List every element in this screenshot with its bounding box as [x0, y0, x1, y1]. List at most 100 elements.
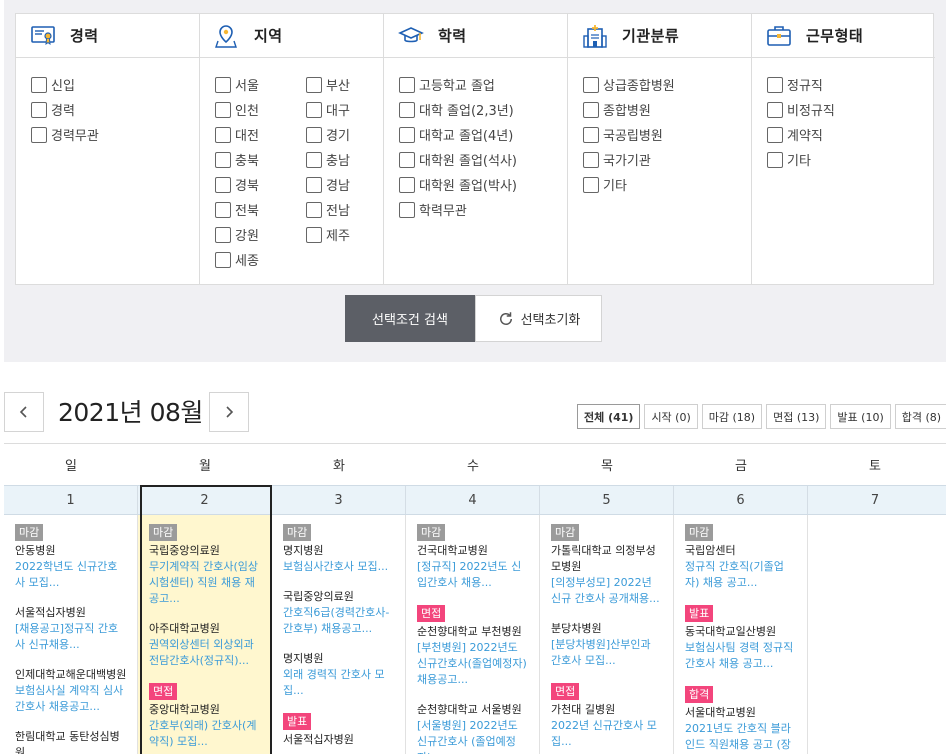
checkbox-icon[interactable]	[306, 201, 322, 218]
checkbox-icon[interactable]	[215, 201, 231, 218]
job-post-link[interactable]: [의정부성모] 2022년 신규 간호사 공개채용...	[551, 575, 663, 607]
checkbox-icon[interactable]	[767, 76, 783, 93]
checkbox-icon[interactable]	[215, 176, 231, 193]
filter-checkbox[interactable]: 기타	[767, 147, 935, 172]
job-entry[interactable]: 국립중앙의료원 간호직6급(경력간호사-간호부) 채용공고...	[283, 589, 395, 637]
filter-checkbox[interactable]: 서울	[215, 72, 306, 97]
job-entry[interactable]: 마감 건국대학교병원 [정규직] 2022년도 신입간호사 채용...	[417, 524, 529, 591]
checkbox-icon[interactable]	[31, 76, 47, 93]
checkbox-icon[interactable]	[215, 251, 231, 268]
job-post-link[interactable]: [정규직] 2022년도 신입간호사 채용...	[417, 559, 529, 591]
checkbox-icon[interactable]	[306, 76, 322, 93]
checkbox-icon[interactable]	[399, 201, 415, 218]
checkbox-icon[interactable]	[306, 151, 322, 168]
job-post-link[interactable]: [분당차병원]산부인과 간호사 모집...	[551, 637, 663, 669]
filter-checkbox[interactable]: 세종	[215, 247, 306, 272]
date-number[interactable]: 3	[272, 486, 406, 514]
job-entry[interactable]: 아주대학교병원 권역외상센터 외상외과 전담간호사(정규직)...	[149, 621, 261, 669]
filter-checkbox[interactable]: 대전	[215, 122, 306, 147]
job-post-link[interactable]: 2022학년도 신규간호사 모집...	[15, 559, 127, 591]
reset-button[interactable]: 선택초기화	[475, 295, 602, 342]
job-entry[interactable]: 면접 순천향대학교 부천병원 [부천병원] 2022년도 신규간호사(졸업예정자) …	[417, 605, 529, 688]
date-number[interactable]: 1	[4, 486, 138, 514]
checkbox-icon[interactable]	[399, 151, 415, 168]
job-entry[interactable]: 마감 국립중앙의료원 무기계약직 간호사(임상시험센터) 직원 채용 재공고...	[149, 524, 261, 607]
filter-checkbox[interactable]: 학력무관	[399, 197, 567, 222]
filter-checkbox[interactable]: 계약직	[767, 122, 935, 147]
status-tab[interactable]: 전체 (41)	[577, 404, 641, 429]
checkbox-icon[interactable]	[399, 176, 415, 193]
filter-checkbox[interactable]: 국가기관	[583, 147, 751, 172]
job-entry[interactable]: 마감 국립암센터 정규직 간호직(기졸업자) 채용 공고...	[685, 524, 797, 591]
job-post-link[interactable]: 권역외상센터 외상외과 전담간호사(정규직)...	[149, 637, 261, 669]
checkbox-icon[interactable]	[767, 151, 783, 168]
date-number[interactable]: 2	[138, 486, 272, 514]
job-entry[interactable]: 마감 가톨릭대학교 의정부성모병원 [의정부성모] 2022년 신규 간호사 공개채…	[551, 524, 663, 607]
filter-checkbox[interactable]: 대학원 졸업(석사)	[399, 147, 567, 172]
filter-checkbox[interactable]: 전남	[306, 197, 386, 222]
status-tab[interactable]: 마감 (18)	[701, 404, 763, 429]
job-entry[interactable]: 한림대학교 동탄성심병원	[15, 729, 127, 754]
job-post-link[interactable]: 간호직6급(경력간호사-간호부) 채용공고...	[283, 605, 395, 637]
job-post-link[interactable]: 외래 경력직 간호사 모집...	[283, 667, 395, 699]
checkbox-icon[interactable]	[215, 151, 231, 168]
job-post-link[interactable]: 2021년도 간호직 블라인드 직원채용 공고 (장애	[685, 721, 797, 754]
filter-checkbox[interactable]: 강원	[215, 222, 306, 247]
filter-checkbox[interactable]: 기타	[583, 172, 751, 197]
filter-checkbox[interactable]: 경력무관	[31, 122, 199, 147]
filter-checkbox[interactable]: 종합병원	[583, 97, 751, 122]
checkbox-icon[interactable]	[306, 226, 322, 243]
filter-checkbox[interactable]: 충남	[306, 147, 386, 172]
next-month-button[interactable]	[209, 392, 249, 432]
checkbox-icon[interactable]	[767, 101, 783, 118]
date-number[interactable]: 4	[406, 486, 540, 514]
date-number[interactable]: 6	[674, 486, 808, 514]
checkbox-icon[interactable]	[306, 126, 322, 143]
checkbox-icon[interactable]	[399, 76, 415, 93]
checkbox-icon[interactable]	[306, 176, 322, 193]
filter-checkbox[interactable]: 전북	[215, 197, 306, 222]
job-post-link[interactable]: 2022년 신규간호사 모집...	[551, 718, 663, 750]
search-button[interactable]: 선택조건 검색	[345, 295, 475, 342]
status-tab[interactable]: 발표 (10)	[830, 404, 891, 429]
checkbox-icon[interactable]	[767, 126, 783, 143]
filter-checkbox[interactable]: 경북	[215, 172, 306, 197]
job-post-link[interactable]: [부천병원] 2022년도 신규간호사(졸업예정자) 채용공고...	[417, 640, 529, 688]
status-tab[interactable]: 시작 (0)	[644, 404, 698, 429]
filter-checkbox[interactable]: 정규직	[767, 72, 935, 97]
job-entry[interactable]: 마감 명지병원 보험심사간호사 모집...	[283, 524, 395, 575]
status-tab[interactable]: 면접 (13)	[766, 404, 827, 429]
checkbox-icon[interactable]	[215, 226, 231, 243]
filter-checkbox[interactable]: 인천	[215, 97, 306, 122]
checkbox-icon[interactable]	[399, 101, 415, 118]
filter-checkbox[interactable]: 부산	[306, 72, 386, 97]
checkbox-icon[interactable]	[583, 126, 599, 143]
job-entry[interactable]: 인제대학교해운대백병원 보험심사실 계약직 심사간호사 채용공고...	[15, 667, 127, 715]
filter-checkbox[interactable]: 충북	[215, 147, 306, 172]
checkbox-icon[interactable]	[583, 151, 599, 168]
checkbox-icon[interactable]	[306, 101, 322, 118]
checkbox-icon[interactable]	[31, 126, 47, 143]
job-post-link[interactable]: 보험심사팀 경력 정규직 간호사 채용 공고...	[685, 640, 797, 672]
filter-checkbox[interactable]: 신입	[31, 72, 199, 97]
checkbox-icon[interactable]	[215, 126, 231, 143]
job-post-link[interactable]: 보험심사간호사 모집...	[283, 559, 395, 575]
job-post-link[interactable]: [서울병원] 2022년도 신규간호사 (졸업예정자)	[417, 718, 529, 754]
filter-checkbox[interactable]: 대구	[306, 97, 386, 122]
checkbox-icon[interactable]	[215, 76, 231, 93]
filter-checkbox[interactable]: 경남	[306, 172, 386, 197]
job-entry[interactable]: 발표 서울적십자병원	[283, 713, 395, 748]
checkbox-icon[interactable]	[583, 176, 599, 193]
filter-checkbox[interactable]: 고등학교 졸업	[399, 72, 567, 97]
job-entry[interactable]: 마감 안동병원 2022학년도 신규간호사 모집...	[15, 524, 127, 591]
job-post-link[interactable]: 정규직 간호직(기졸업자) 채용 공고...	[685, 559, 797, 591]
checkbox-icon[interactable]	[583, 101, 599, 118]
date-number[interactable]: 7	[808, 486, 942, 514]
job-post-link[interactable]: 무기계약직 간호사(임상시험센터) 직원 채용 재공고...	[149, 559, 261, 607]
job-entry[interactable]: 분당차병원 [분당차병원]산부인과 간호사 모집...	[551, 621, 663, 669]
job-post-link[interactable]: [채용공고]정규직 간호사 신규채용...	[15, 621, 127, 653]
filter-checkbox[interactable]: 국공립병원	[583, 122, 751, 147]
job-entry[interactable]: 순천향대학교 서울병원 [서울병원] 2022년도 신규간호사 (졸업예정자)	[417, 702, 529, 754]
job-post-link[interactable]: 보험심사실 계약직 심사간호사 채용공고...	[15, 683, 127, 715]
filter-checkbox[interactable]: 대학원 졸업(박사)	[399, 172, 567, 197]
